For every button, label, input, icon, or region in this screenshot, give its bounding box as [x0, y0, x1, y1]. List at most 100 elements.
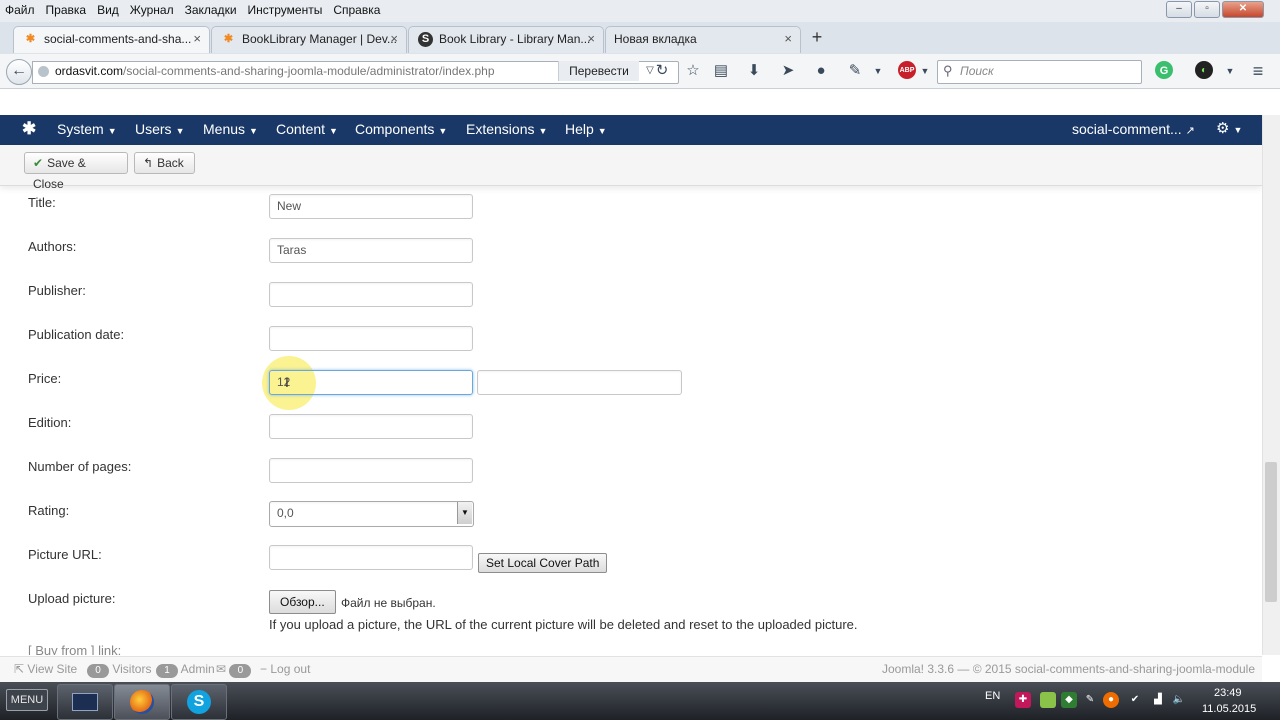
select-arrow-icon[interactable]: ▼ — [457, 502, 472, 524]
publisher-label: Publisher: — [28, 283, 86, 298]
external-link-icon: ↗ — [1185, 125, 1195, 137]
volume-icon[interactable]: 🔈 — [1171, 692, 1187, 708]
scrollbar-thumb[interactable] — [1265, 462, 1277, 602]
back-button[interactable]: ↰ Back — [134, 152, 195, 174]
authors-input[interactable]: Taras — [269, 238, 473, 263]
rating-select[interactable]: 0,0 — [269, 501, 474, 527]
dropdown-icon[interactable]: ▼ — [1220, 61, 1240, 81]
tray-app-icon[interactable]: ✔ — [1127, 692, 1143, 708]
menu-tools[interactable]: Инструменты — [243, 0, 329, 21]
tray-app-icon[interactable]: ● — [1103, 692, 1119, 708]
adblock-icon[interactable]: ABP — [898, 61, 916, 79]
tray-app-icon[interactable]: ◆ — [1061, 692, 1077, 708]
picture-url-label: Picture URL: — [28, 547, 102, 562]
currency-input[interactable] — [477, 370, 682, 395]
window-controls: ‒ ▫ ✕ — [1166, 1, 1264, 18]
publication-date-input[interactable] — [269, 326, 473, 351]
logout-label: Log out — [270, 662, 311, 676]
maximize-button[interactable]: ▫ — [1194, 1, 1220, 18]
browse-button[interactable]: Обзор... — [269, 590, 336, 614]
close-window-button[interactable]: ✕ — [1222, 1, 1264, 18]
price-label: Price: — [28, 371, 62, 386]
clock-time[interactable]: 23:49 — [1214, 687, 1242, 699]
green-extension-icon[interactable]: G — [1155, 61, 1173, 79]
nav-content[interactable]: Content ▼ — [276, 115, 338, 145]
price-input[interactable]: 12 — [269, 370, 473, 395]
new-tab-button[interactable]: + — [806, 27, 828, 49]
dropdown-icon[interactable]: ▼ — [915, 61, 935, 81]
taskbar-app-explorer[interactable] — [57, 684, 113, 720]
start-menu-button[interactable]: MENU — [6, 689, 48, 711]
hamburger-menu-icon[interactable]: ≡ — [1248, 61, 1268, 81]
send-icon[interactable]: ➤ — [778, 61, 798, 81]
close-tab-icon[interactable]: × — [784, 27, 792, 51]
save-close-button[interactable]: ✔ Save & Close — [24, 152, 128, 191]
nav-label: Menus — [203, 121, 246, 137]
nav-users[interactable]: Users ▼ — [135, 115, 184, 145]
edition-label: Edition: — [28, 415, 72, 430]
admin-badge: 1 — [156, 664, 178, 678]
chat-icon[interactable]: ● — [811, 61, 831, 81]
publisher-input[interactable] — [269, 282, 473, 307]
close-tab-icon[interactable]: × — [587, 27, 595, 51]
view-site-link[interactable]: ⇱ View Site — [14, 662, 77, 676]
caret-down-icon: ▼ — [538, 126, 548, 136]
extension-icon[interactable]: ◐ — [1195, 61, 1213, 79]
close-tab-icon[interactable]: × — [390, 27, 398, 51]
menu-view[interactable]: Вид — [92, 0, 125, 21]
back-arrow-icon[interactable]: ← — [6, 59, 32, 85]
taskbar-app-skype[interactable]: S — [171, 684, 227, 720]
tray-app-icon[interactable]: ✚ — [1015, 692, 1031, 708]
tab-booklibrary-manager[interactable]: ✱ BookLibrary Manager | Dev... × — [211, 26, 407, 53]
set-local-cover-button[interactable]: Set Local Cover Path — [478, 553, 608, 573]
bookmarks-list-icon[interactable]: ▤ — [711, 61, 731, 81]
clock-date[interactable]: 11.05.2015 — [1202, 703, 1256, 715]
nav-system[interactable]: System ▼ — [57, 115, 117, 145]
caret-down-icon: ▼ — [175, 126, 185, 136]
tab-new-tab[interactable]: Новая вкладка × — [605, 26, 801, 53]
tab-book-library[interactable]: S Book Library - Library Man... × — [408, 26, 604, 53]
menu-edit[interactable]: Правка — [41, 0, 93, 21]
nav-label: Users — [135, 121, 172, 137]
url-text[interactable]: ordasvit.com/social-comments-and-sharing… — [55, 64, 495, 78]
messages-indicator[interactable]: ✉ 0 — [216, 662, 252, 678]
language-indicator[interactable]: EN — [985, 690, 1000, 702]
close-tab-icon[interactable]: × — [193, 27, 201, 51]
tray-app-icon[interactable]: ✎ — [1082, 692, 1098, 708]
menu-history[interactable]: Журнал — [125, 0, 180, 21]
tab-social-comments[interactable]: ✱ social-comments-and-sha... × — [13, 26, 210, 53]
battery-icon[interactable] — [1040, 692, 1056, 708]
caret-down-icon: ▼ — [107, 126, 117, 136]
pages-input[interactable] — [269, 458, 473, 483]
settings-gear-icon[interactable]: ⚙ ▼ — [1216, 115, 1242, 145]
search-placeholder: Поиск — [960, 64, 994, 78]
minimize-button[interactable]: ‒ — [1166, 1, 1192, 18]
menu-help[interactable]: Справка — [328, 0, 386, 21]
network-signal-icon[interactable]: ▟ — [1150, 692, 1166, 708]
tab-label: Новая вкладка — [614, 32, 697, 46]
no-file-text: Файл не выбран. — [341, 596, 436, 610]
view-site-label: View Site — [27, 662, 78, 676]
joomla-icon: ✱ — [223, 33, 234, 45]
menu-file[interactable]: Файл — [0, 0, 41, 21]
reload-icon[interactable]: ↻ — [652, 61, 672, 81]
nav-help[interactable]: Help ▼ — [565, 115, 607, 145]
translate-button[interactable]: Перевести — [558, 61, 639, 81]
taskbar-app-firefox[interactable] — [114, 684, 170, 720]
title-input[interactable]: New — [269, 194, 473, 219]
download-icon[interactable]: ⬇ — [744, 61, 764, 81]
nav-components[interactable]: Components ▼ — [355, 115, 447, 145]
nav-extensions[interactable]: Extensions ▼ — [466, 115, 547, 145]
authors-label: Authors: — [28, 239, 77, 254]
extension-icon[interactable]: ✎ — [845, 61, 865, 81]
picture-url-input[interactable] — [269, 545, 473, 570]
joomla-logo-icon[interactable]: ✱ — [22, 115, 36, 145]
site-link[interactable]: social-comment... ↗ — [1072, 115, 1195, 145]
edition-input[interactable] — [269, 414, 473, 439]
dropdown-icon[interactable]: ▼ — [868, 61, 888, 81]
bookmark-star-icon[interactable]: ☆ — [683, 61, 703, 81]
logout-link[interactable]: − Log out — [260, 662, 310, 676]
upload-note: If you upload a picture, the URL of the … — [269, 617, 858, 632]
nav-menus[interactable]: Menus ▼ — [203, 115, 258, 145]
menu-bookmarks[interactable]: Закладки — [180, 0, 243, 21]
